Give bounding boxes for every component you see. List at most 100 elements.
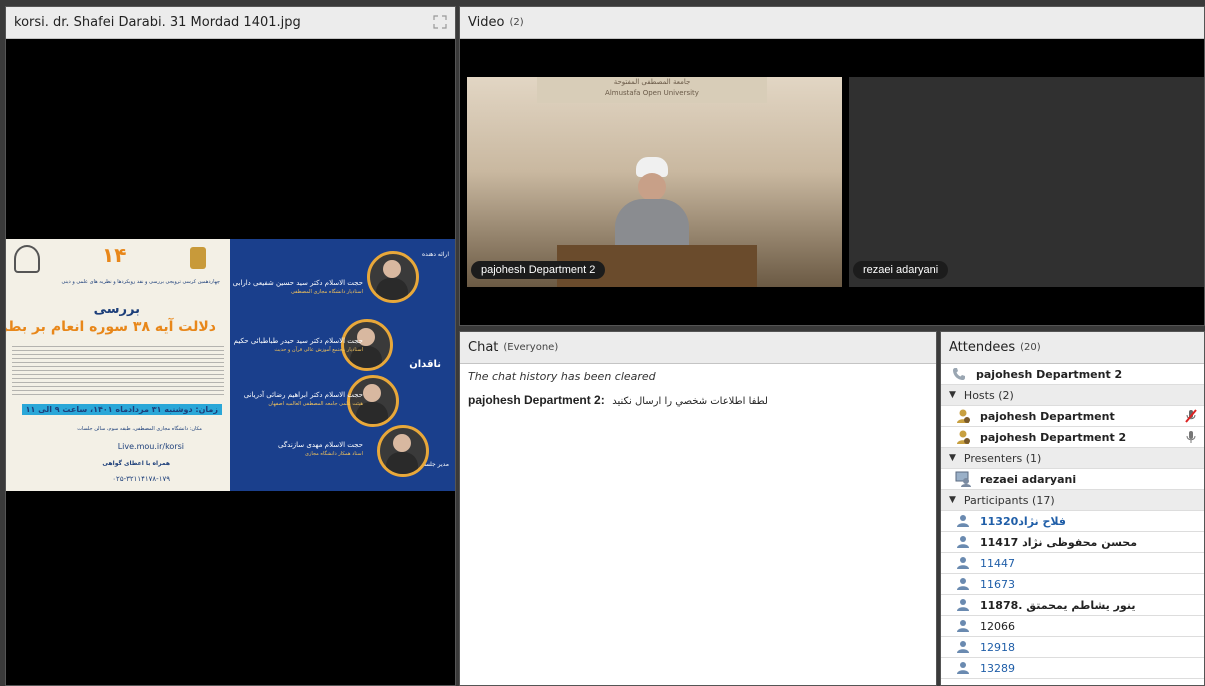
- chat-pod-header: Chat (Everyone): [460, 332, 936, 364]
- person-1-role: استادیار دانشگاه مجازی المصطفی: [290, 289, 363, 295]
- korsi-number-logo: ۱۴: [102, 243, 127, 267]
- participant-user-icon: [955, 534, 971, 550]
- chat-pod-scope: (Everyone): [503, 342, 559, 353]
- person-3: حجت الاسلام دکتر ابراهیم رضائی آدریانی ه…: [230, 391, 363, 407]
- attendees-pod-count: (20): [1020, 342, 1041, 353]
- attendee-name: محسن محفوظی نژاد 11417: [980, 535, 1138, 549]
- host-user-icon: [955, 429, 971, 445]
- poster-description-text: [12, 343, 224, 397]
- mou-logo: [190, 247, 206, 269]
- participant-user-icon: [955, 576, 971, 592]
- video-pod-title: Video: [468, 15, 505, 30]
- video-tile-2[interactable]: rezaei adaryani: [849, 77, 1204, 287]
- person-2-role: استادیار مجتمع آموزش عالی قرآن و حدیث: [274, 347, 363, 353]
- person-3-name: حجت الاسلام دکتر ابراهیم رضائی آدریانی: [243, 391, 363, 399]
- video-tile-1[interactable]: جامعة المصطفى المفتوحة Almustafa Open Un…: [467, 77, 842, 287]
- poster-right-panel: ارائه دهنده ناقدان مدیر جلسه حجت الاسلام…: [230, 239, 455, 491]
- attendee-name: 11320فلاح نژاد: [980, 514, 1066, 528]
- attendee-me-name: pajohesh Department 2: [976, 367, 1123, 381]
- participant-user-icon: [955, 639, 971, 655]
- poster-place: مکان: دانشگاه مجازی المصطفی، طبقه سوم، س…: [77, 426, 202, 432]
- person-4-role: استاد همکار دانشگاه مجازی: [305, 451, 363, 457]
- presenters-group-label: Presenters (1): [963, 451, 1042, 465]
- attendee-name: ینور یشاطم یمحمتق .11878: [980, 598, 1136, 612]
- chat-pod: Chat (Everyone) The chat history has bee…: [459, 331, 937, 686]
- poster-phone: ۰۲۵-۳۲۱۱۴۱۷۸-۱۷۹: [112, 475, 170, 483]
- video-sign-line2: Almustafa Open University: [605, 89, 699, 97]
- shared-poster-image: ۱۴ چهاردهمین کرسی ترویجی بررسی و نقد روی…: [6, 239, 455, 491]
- presenter-label: ارائه دهنده: [422, 251, 449, 258]
- microphone-icon[interactable]: [1184, 430, 1198, 447]
- poster-subtitle: چهاردهمین کرسی ترویجی بررسی و نقد رویکرد…: [61, 279, 220, 285]
- attendee-name: pajohesh Department 2: [980, 430, 1127, 444]
- university-logo: [14, 245, 40, 273]
- hosts-group-label: Hosts (2): [963, 388, 1014, 402]
- person-1-name: حجت الاسلام دکتر سید حسین شفیعی دارابی: [232, 279, 363, 287]
- attendee-row[interactable]: ینور یشاطم یمحمتق .11878: [941, 595, 1204, 616]
- hosts-group-header[interactable]: ▼ Hosts (2): [941, 385, 1204, 406]
- attendee-row[interactable]: pajohesh Department 2: [941, 427, 1204, 448]
- attendee-row[interactable]: محسن محفوظی نژاد 11417: [941, 532, 1204, 553]
- microphone-muted-icon[interactable]: [1184, 409, 1198, 426]
- person-2-name: حجت الاسلام دکتر سید حیدر طباطبائی حکیم: [233, 337, 363, 345]
- video-pod: Video (2) جامعة المصطفى المفتوحة Almusta…: [459, 6, 1205, 326]
- video-tile-1-name: pajohesh Department 2: [471, 261, 606, 279]
- participants-group-label: Participants (17): [963, 493, 1055, 507]
- poster-certificate: همراه با اعطای گواهی: [102, 460, 170, 467]
- participant-user-icon: [955, 513, 971, 529]
- poster-title: دلالت آیه ۳۸ سوره انعام بر بطن قرآن: [6, 319, 216, 335]
- telephone-icon: [951, 366, 967, 382]
- chat-pod-title: Chat: [468, 340, 499, 355]
- attendee-row[interactable]: pajohesh Department: [941, 406, 1204, 427]
- attendee-name: 12918: [980, 640, 1015, 654]
- participant-user-icon: [955, 597, 971, 613]
- participant-user-icon: [955, 555, 971, 571]
- person-2: حجت الاسلام دکتر سید حیدر طباطبائی حکیم …: [230, 337, 363, 353]
- critics-label: ناقدان: [409, 359, 441, 370]
- person-4: حجت الاسلام مهدی سازندگی استاد همکار دان…: [230, 441, 363, 457]
- attendee-name: 11447: [980, 556, 1015, 570]
- person-3-role: هیئت علمی جامعه المصطفی العالمیه اصفهان: [268, 401, 363, 407]
- presenters-group-header[interactable]: ▼ Presenters (1): [941, 448, 1204, 469]
- person-1-photo: [367, 251, 419, 303]
- share-pod-header: korsi. dr. Shafei Darabi. 31 Mordad 1401…: [6, 7, 455, 39]
- attendee-row[interactable]: 11447: [941, 553, 1204, 574]
- caret-down-icon: ▼: [949, 390, 956, 400]
- attendee-me-row[interactable]: pajohesh Department 2: [941, 364, 1204, 385]
- attendee-name: 12066: [980, 619, 1015, 633]
- attendee-name: 11673: [980, 577, 1015, 591]
- person-1: حجت الاسلام دکتر سید حسین شفیعی دارابی ا…: [230, 279, 363, 295]
- video-pod-count: (2): [509, 17, 524, 28]
- participants-group-header[interactable]: ▼ Participants (17): [941, 490, 1204, 511]
- participant-user-icon: [955, 660, 971, 676]
- video-tile-2-name: rezaei adaryani: [853, 261, 949, 279]
- attendee-name: 13289: [980, 661, 1015, 675]
- video-sign-line1: جامعة المصطفى المفتوحة: [613, 78, 691, 86]
- attendee-row[interactable]: 13289: [941, 658, 1204, 679]
- attendee-row[interactable]: 11673: [941, 574, 1204, 595]
- video-person: [607, 157, 697, 257]
- share-pod-title: korsi. dr. Shafei Darabi. 31 Mordad 1401…: [14, 15, 301, 30]
- attendee-name: rezaei adaryani: [980, 472, 1077, 486]
- share-pod: korsi. dr. Shafei Darabi. 31 Mordad 1401…: [5, 6, 456, 686]
- chat-message: pajohesh Department 2: لطفا اطلاعات شخصي…: [468, 393, 928, 407]
- attendee-list: pajohesh Department 2 ▼ Hosts (2) pajohe…: [941, 364, 1204, 679]
- participant-user-icon: [955, 618, 971, 634]
- caret-down-icon: ▼: [949, 495, 956, 505]
- attendee-row[interactable]: 11320فلاح نژاد: [941, 511, 1204, 532]
- person-4-photo: [377, 425, 429, 477]
- poster-url: Live.mou.ir/korsi: [117, 442, 184, 451]
- presenter-user-icon: [955, 471, 971, 487]
- attendee-row[interactable]: 12066: [941, 616, 1204, 637]
- poster-left-panel: ۱۴ چهاردهمین کرسی ترویجی بررسی و نقد روی…: [6, 239, 230, 491]
- chat-messages: The chat history has been cleared pajohe…: [460, 364, 936, 423]
- video-sign: جامعة المصطفى المفتوحة Almustafa Open Un…: [537, 77, 767, 103]
- chat-system-message: The chat history has been cleared: [468, 370, 656, 383]
- attendee-name: pajohesh Department: [980, 409, 1115, 423]
- pod-options-icon[interactable]: [433, 15, 447, 29]
- attendee-row[interactable]: 12918: [941, 637, 1204, 658]
- video-pod-header: Video (2): [460, 7, 1204, 39]
- caret-down-icon: ▼: [949, 453, 956, 463]
- poster-time: زمان: دوشنبه ۳۱ مردادماه ۱۴۰۱، ساعت ۹ ال…: [21, 404, 222, 415]
- attendee-row[interactable]: rezaei adaryani: [941, 469, 1204, 490]
